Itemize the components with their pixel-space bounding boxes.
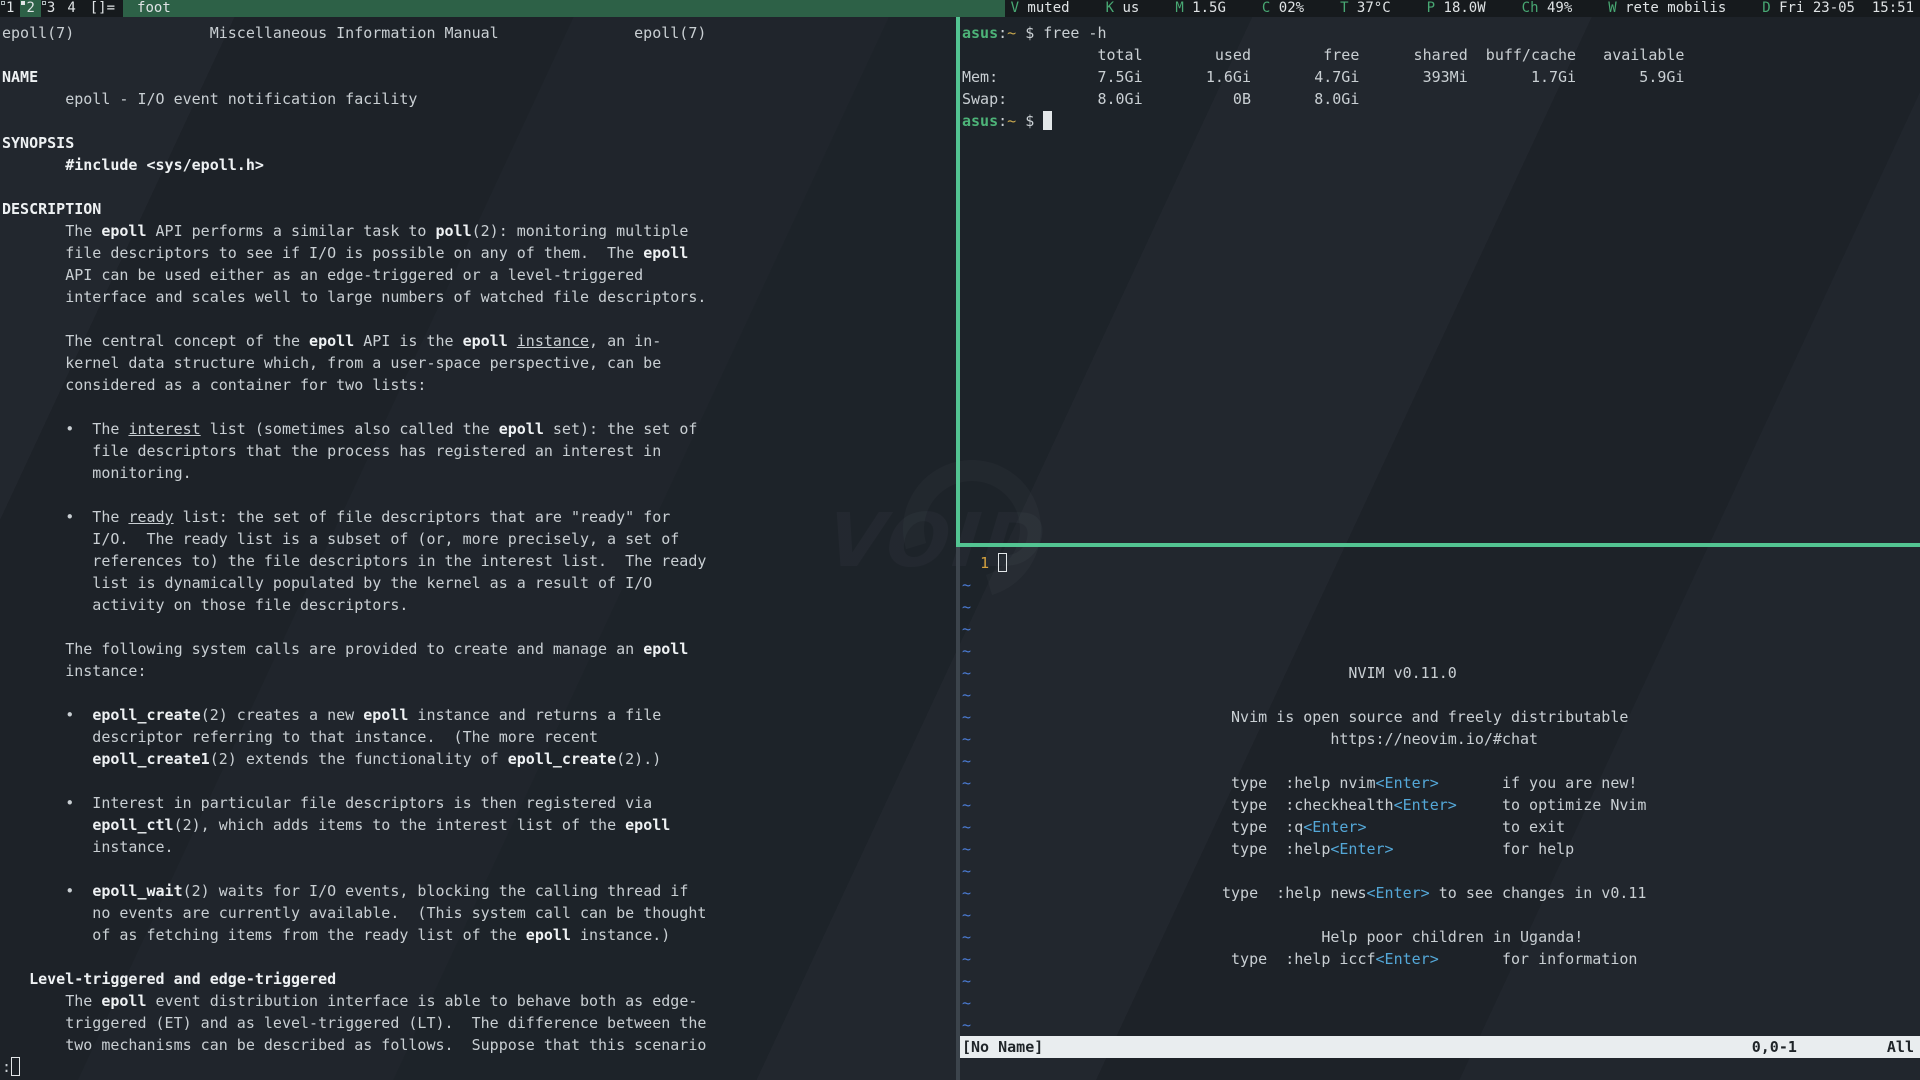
status-value: us xyxy=(1114,0,1139,16)
status-value: muted xyxy=(1019,0,1070,16)
status-segment-ch: Ch 49% xyxy=(1522,0,1573,17)
status-value: 49% xyxy=(1539,0,1573,16)
shell-output-text: asus:~ $ free -h total used free shared … xyxy=(960,17,1920,132)
status-key: W xyxy=(1608,0,1616,16)
status-segment-t: T 37°C xyxy=(1340,0,1391,17)
tag-label: 1 xyxy=(6,0,14,16)
status-key: Ch xyxy=(1522,0,1539,16)
ruler-gap xyxy=(1797,1036,1887,1058)
hollow-cursor xyxy=(11,1057,20,1076)
status-value: rete mobilis xyxy=(1617,0,1727,16)
status-segment-d: D Fri 23-05 15:51 xyxy=(1762,0,1914,17)
nvim-file-name: [No Name] xyxy=(962,1036,1043,1058)
status-key: V xyxy=(1011,0,1019,16)
nvim-ruler: 0,0-1 All xyxy=(1752,1036,1914,1058)
tag-label: 4 xyxy=(67,0,75,16)
status-value: 1.5G xyxy=(1184,0,1226,16)
dwm-status-bar: 1234 []= foot V muted K us M 1.5G C 02% T 37… xyxy=(0,0,1920,17)
terminal-man-page[interactable]: epoll(7) Miscellaneous Information Manua… xyxy=(0,17,956,1080)
nvim-gutter-and-tildes: 1 ~ ~ ~ ~ ~ ~ ~ ~ ~ ~ ~ ~ ~ ~ ~ ~ ~ ~ ~ … xyxy=(962,552,1007,1036)
tag-label: 3 xyxy=(47,0,55,16)
man-page-text: epoll(7) Miscellaneous Information Manua… xyxy=(0,17,956,1078)
status-key: P xyxy=(1427,0,1435,16)
nvim-cursor-position: 0,0-1 xyxy=(1752,1036,1797,1058)
status-segment-p: P 18.0W xyxy=(1427,0,1486,17)
status-segment-v: V muted xyxy=(1011,0,1070,17)
tag-client-indicator xyxy=(42,1,46,5)
hollow-cursor xyxy=(998,553,1007,572)
status-segment-w: W rete mobilis xyxy=(1608,0,1726,17)
status-value: 37°C xyxy=(1349,0,1391,16)
terminal-cursor xyxy=(1043,111,1052,130)
tag-client-indicator xyxy=(21,1,25,5)
workspace-tag-2[interactable]: 2 xyxy=(20,0,40,17)
workspace-tag-3[interactable]: 3 xyxy=(41,0,61,17)
status-value: Fri 23-05 15:51 xyxy=(1771,0,1914,16)
status-value: 18.0W xyxy=(1435,0,1486,16)
focused-window-title: foot xyxy=(123,0,1005,17)
nvim-intro-text: NVIM v0.11.0 Nvim is open source and fre… xyxy=(1222,662,1646,970)
tag-client-indicator xyxy=(1,1,5,5)
terminal-shell[interactable]: asus:~ $ free -h total used free shared … xyxy=(960,17,1920,543)
status-segment-k: K us xyxy=(1106,0,1140,17)
nvim-statusline: [No Name] 0,0-1 All xyxy=(960,1036,1920,1058)
status-key: K xyxy=(1106,0,1114,16)
neovim-window[interactable]: 1 ~ ~ ~ ~ ~ ~ ~ ~ ~ ~ ~ ~ ~ ~ ~ ~ ~ ~ ~ … xyxy=(960,547,1920,1080)
status-key: M xyxy=(1175,0,1183,16)
workspace-tag-1[interactable]: 1 xyxy=(0,0,20,17)
nvim-scroll-indicator: All xyxy=(1887,1036,1914,1058)
system-status: V muted K us M 1.5G C 02% T 37°C P 18.0W Ch 49… xyxy=(1005,0,1920,17)
status-value: 02% xyxy=(1270,0,1304,16)
workspace-tag-4[interactable]: 4 xyxy=(61,0,81,17)
status-key: D xyxy=(1762,0,1770,16)
tag-label: 2 xyxy=(26,0,34,16)
workspace-tags: 1234 xyxy=(0,0,82,17)
status-segment-c: C 02% xyxy=(1262,0,1304,17)
layout-indicator[interactable]: []= xyxy=(82,0,123,17)
status-segment-m: M 1.5G xyxy=(1175,0,1226,17)
status-key: T xyxy=(1340,0,1348,16)
